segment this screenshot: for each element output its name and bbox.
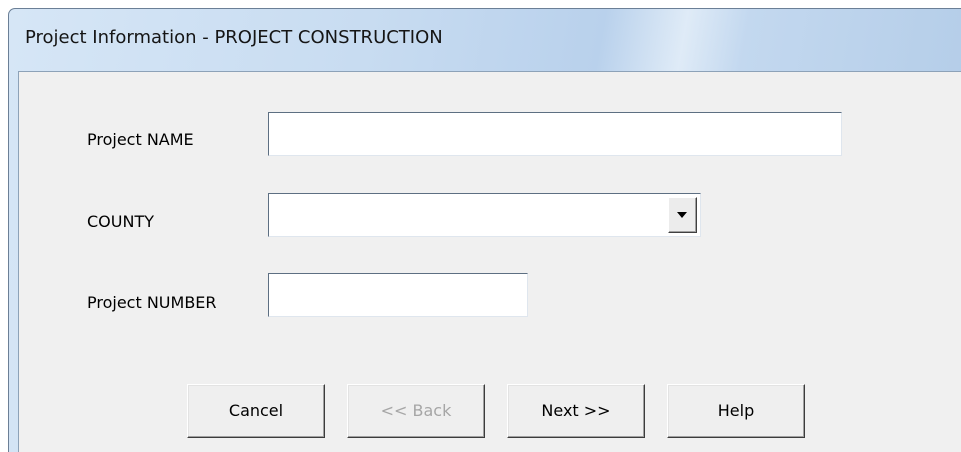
help-button[interactable]: Help xyxy=(667,384,805,438)
county-label: COUNTY xyxy=(87,212,154,231)
cancel-button[interactable]: Cancel xyxy=(187,384,325,438)
back-button[interactable]: << Back xyxy=(347,384,485,438)
window-title: Project Information - PROJECT CONSTRUCTI… xyxy=(25,27,443,48)
county-dropdown-button[interactable] xyxy=(668,197,697,233)
project-number-label: Project NUMBER xyxy=(87,293,217,312)
project-name-input[interactable] xyxy=(268,112,842,156)
next-button[interactable]: Next >> xyxy=(507,384,645,438)
chevron-down-icon xyxy=(677,212,687,218)
dialog-window: Project Information - PROJECT CONSTRUCTI… xyxy=(8,8,961,452)
title-bar[interactable]: Project Information - PROJECT CONSTRUCTI… xyxy=(9,9,961,71)
project-number-input[interactable] xyxy=(268,273,528,317)
county-combobox[interactable] xyxy=(268,193,701,237)
dialog-body: Project NAME COUNTY Project NUMBER Cance… xyxy=(18,71,961,452)
project-name-label: Project NAME xyxy=(87,130,194,149)
